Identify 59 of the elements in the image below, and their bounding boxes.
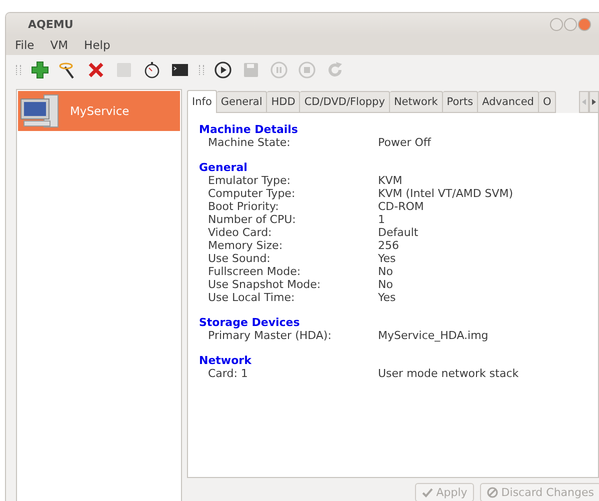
close-button[interactable] xyxy=(578,18,591,30)
property-label: Video Card: xyxy=(208,226,273,239)
computer-icon xyxy=(20,93,60,129)
property-label: Use Local Time: xyxy=(208,291,296,304)
property-value: 1 xyxy=(378,213,386,226)
property-value: Yes xyxy=(378,291,397,304)
property-label: Machine State: xyxy=(208,136,292,149)
tab[interactable]: General xyxy=(216,91,268,113)
property-label: Boot Priority: xyxy=(208,200,280,213)
tab[interactable]: O xyxy=(538,91,556,113)
property-value: MyService_HDA.img xyxy=(378,329,490,342)
property-value: 256 xyxy=(378,239,400,252)
property-label: Use Snapshot Mode: xyxy=(208,278,322,291)
cancel-icon xyxy=(487,487,498,498)
checkmark-icon xyxy=(422,488,434,498)
property-value: No xyxy=(378,265,394,278)
tab[interactable]: Network xyxy=(390,91,443,113)
section-heading: General xyxy=(199,161,248,174)
window-title: AQEMU xyxy=(28,18,74,30)
menu-item[interactable]: Help xyxy=(84,38,110,52)
section-heading: Network xyxy=(199,354,252,367)
property-label: Fullscreen Mode: xyxy=(208,265,302,278)
tab[interactable]: Ports xyxy=(442,91,478,113)
property-value: CD-ROM xyxy=(378,200,425,213)
vm-name: MyService xyxy=(70,104,130,118)
property-label: Computer Type: xyxy=(208,187,296,200)
property-value: User mode network stack xyxy=(378,367,520,380)
scroll-right-button[interactable] xyxy=(589,91,599,113)
property-value: Yes xyxy=(378,252,397,265)
property-label: Card: 1 xyxy=(208,367,249,380)
property-label: Memory Size: xyxy=(208,239,284,252)
tab[interactable]: Advanced xyxy=(478,91,539,113)
section-heading: Storage Devices xyxy=(199,316,301,329)
menu-item[interactable]: VM xyxy=(50,38,68,52)
toolbar-grip[interactable] xyxy=(199,65,204,75)
menu-item[interactable]: File xyxy=(15,38,34,52)
play-icon[interactable] xyxy=(214,61,232,79)
property-value: KVM xyxy=(378,174,404,187)
section-heading: Machine Details xyxy=(199,123,299,136)
delete-icon[interactable] xyxy=(87,61,105,79)
tab[interactable]: Info xyxy=(187,90,217,113)
terminal-icon[interactable] xyxy=(171,61,189,79)
tab[interactable]: HDD xyxy=(267,91,300,113)
left-arrow-icon xyxy=(582,99,586,105)
minimize-button[interactable] xyxy=(550,18,563,30)
tab[interactable]: CD/DVD/Floppy xyxy=(300,91,390,113)
right-arrow-icon xyxy=(592,99,596,105)
toolbar-grip[interactable] xyxy=(16,65,21,75)
property-label: Emulator Type: xyxy=(208,174,292,187)
property-value: Power Off xyxy=(378,136,432,149)
property-label: Use Sound: xyxy=(208,252,272,265)
property-value: Default xyxy=(378,226,420,239)
property-label: Number of CPU: xyxy=(208,213,297,226)
maximize-button[interactable] xyxy=(564,18,577,30)
property-value: KVM (Intel VT/AMD SVM) xyxy=(378,187,514,200)
property-label: Primary Master (HDA): xyxy=(208,329,332,342)
add-icon[interactable] xyxy=(31,61,49,79)
property-value: No xyxy=(378,278,394,291)
stopwatch-icon[interactable] xyxy=(143,61,161,79)
